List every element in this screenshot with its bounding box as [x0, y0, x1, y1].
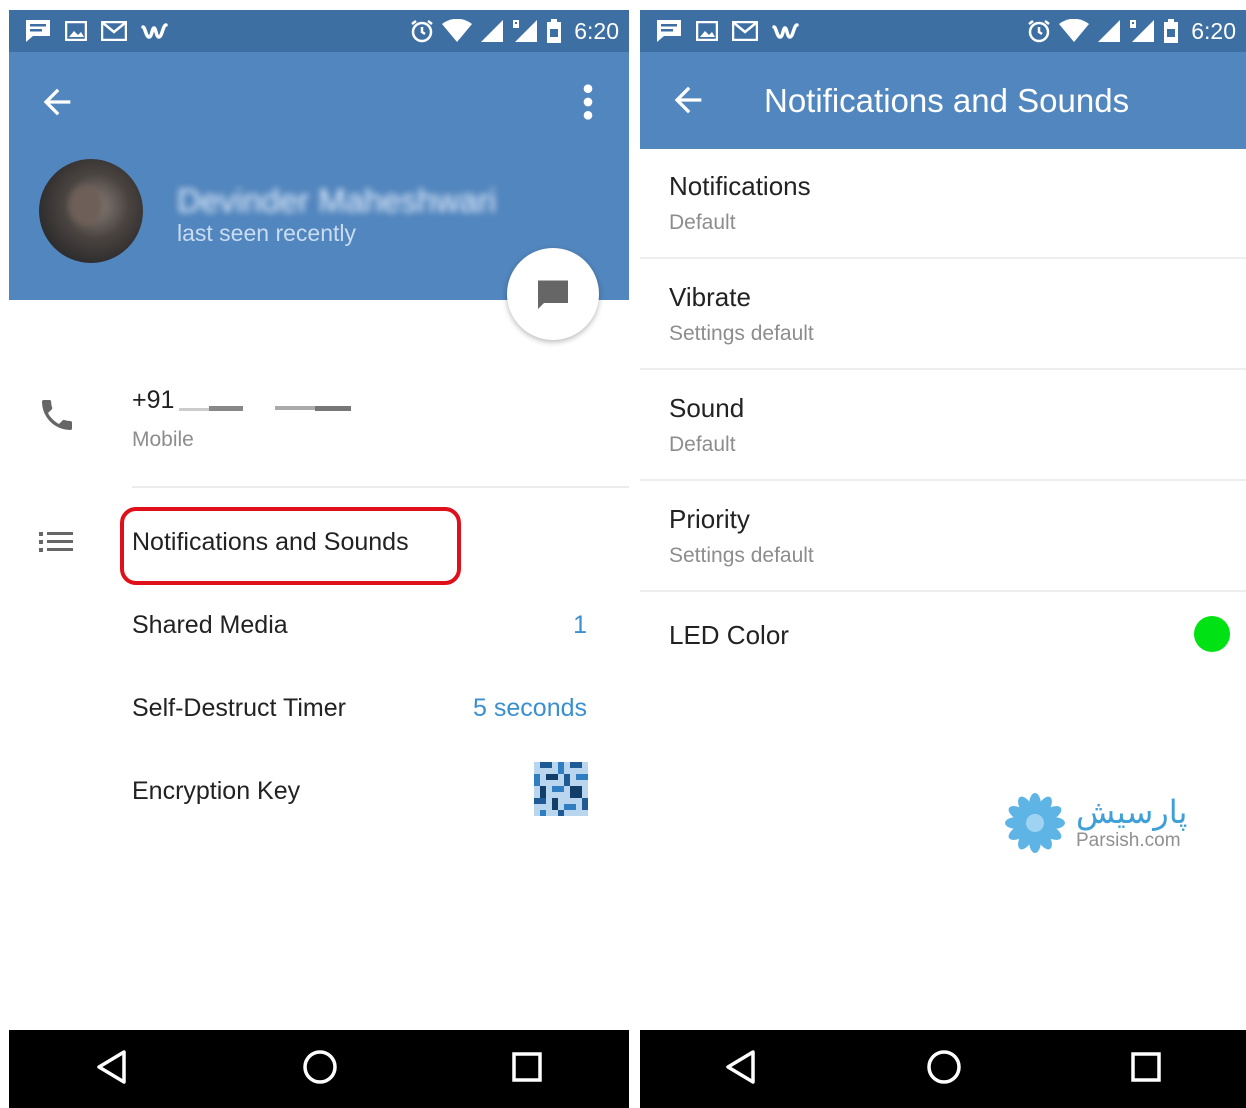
- profile-name: Devinder Maheshwari: [177, 182, 497, 219]
- setting-title: Sound: [669, 393, 745, 423]
- self-destruct-timer-item[interactable]: Self-Destruct Timer: [132, 694, 346, 723]
- status-bar: 6:20: [640, 10, 1246, 52]
- notifications-settings-screen: 6:20 Notifications and Sounds Notificati…: [640, 10, 1246, 1108]
- wish-icon: [772, 21, 800, 41]
- recents-square-icon[interactable]: [1130, 1051, 1162, 1088]
- wifi-icon: [1059, 19, 1090, 43]
- sound-setting[interactable]: Sound Default: [640, 371, 1246, 481]
- divider: [640, 590, 1246, 592]
- flower-logo-icon: [1005, 793, 1065, 853]
- image-icon: [696, 21, 718, 41]
- encryption-key-item[interactable]: Encryption Key: [132, 777, 300, 806]
- setting-value: Settings default: [669, 544, 814, 567]
- image-icon: [65, 21, 87, 41]
- back-button[interactable]: [37, 82, 77, 122]
- signal-icon: [480, 19, 504, 43]
- status-bar: 6:20: [9, 10, 629, 52]
- last-seen-status: last seen recently: [177, 220, 356, 246]
- chat-notification-icon: [25, 19, 51, 43]
- gmail-icon: [732, 21, 758, 41]
- notifications-setting[interactable]: Notifications Default: [640, 149, 1246, 259]
- back-triangle-icon[interactable]: [95, 1049, 129, 1090]
- battery-icon: [1163, 19, 1179, 43]
- encryption-key-qr-icon[interactable]: [534, 762, 588, 821]
- setting-value: Default: [669, 211, 736, 234]
- led-color-swatch[interactable]: [1194, 616, 1230, 652]
- avatar[interactable]: [39, 159, 143, 263]
- vibrate-setting[interactable]: Vibrate Settings default: [640, 260, 1246, 370]
- chat-notification-icon: [656, 19, 682, 43]
- home-circle-icon[interactable]: [926, 1049, 962, 1090]
- home-circle-icon[interactable]: [302, 1049, 338, 1090]
- message-icon: [538, 280, 568, 309]
- self-destruct-timer-value: 5 seconds: [473, 694, 587, 722]
- divider: [640, 257, 1246, 259]
- shared-media-item[interactable]: Shared Media: [132, 611, 288, 640]
- phone-number[interactable]: +91: [132, 386, 174, 415]
- gmail-icon: [101, 21, 127, 41]
- app-bar: Notifications and Sounds: [640, 52, 1246, 149]
- setting-value: Settings default: [669, 322, 814, 345]
- divider: [640, 479, 1246, 481]
- status-time: 6:20: [1191, 17, 1236, 44]
- signal-icon: [1097, 19, 1121, 43]
- more-vert-icon: [583, 84, 593, 120]
- setting-title: Vibrate: [669, 282, 751, 312]
- list-settings-icon: [39, 530, 75, 559]
- contact-info-screen: 6:20 Devinder Maheshwari last seen recen…: [9, 10, 629, 1108]
- watermark-english-text: Parsish.com: [1076, 830, 1181, 851]
- parsish-watermark: پارسیش Parsish.com: [1002, 790, 1187, 856]
- roaming-signal-icon: [512, 19, 538, 43]
- status-time: 6:20: [574, 17, 619, 44]
- highlight-annotation: [120, 507, 461, 585]
- back-triangle-icon[interactable]: [724, 1049, 758, 1090]
- battery-icon: [546, 19, 562, 43]
- setting-title: Priority: [669, 504, 750, 534]
- setting-value: Default: [669, 433, 736, 456]
- phone-icon: [37, 395, 77, 440]
- watermark-persian-text: پارسیش: [1076, 794, 1188, 830]
- roaming-signal-icon: [1129, 19, 1155, 43]
- back-button[interactable]: [668, 80, 708, 120]
- wifi-icon: [442, 19, 473, 43]
- shared-media-count: 1: [573, 611, 587, 639]
- phone-type-label: Mobile: [132, 428, 194, 451]
- alarm-icon: [1027, 19, 1051, 43]
- alarm-icon: [410, 19, 434, 43]
- divider: [640, 368, 1246, 370]
- priority-setting[interactable]: Priority Settings default: [640, 482, 1246, 592]
- led-color-setting[interactable]: LED Color: [669, 620, 789, 651]
- more-options-button[interactable]: [572, 82, 604, 122]
- navigation-bar: [640, 1030, 1246, 1108]
- arrow-back-icon: [43, 88, 71, 116]
- send-message-button[interactable]: [507, 248, 599, 340]
- divider: [132, 486, 629, 488]
- setting-title: Notifications: [669, 171, 811, 201]
- wish-icon: [141, 21, 169, 41]
- phone-number-mask: [179, 406, 351, 411]
- navigation-bar: [9, 1030, 629, 1108]
- page-title: Notifications and Sounds: [764, 82, 1130, 119]
- arrow-back-icon: [674, 86, 702, 114]
- recents-square-icon[interactable]: [511, 1051, 543, 1088]
